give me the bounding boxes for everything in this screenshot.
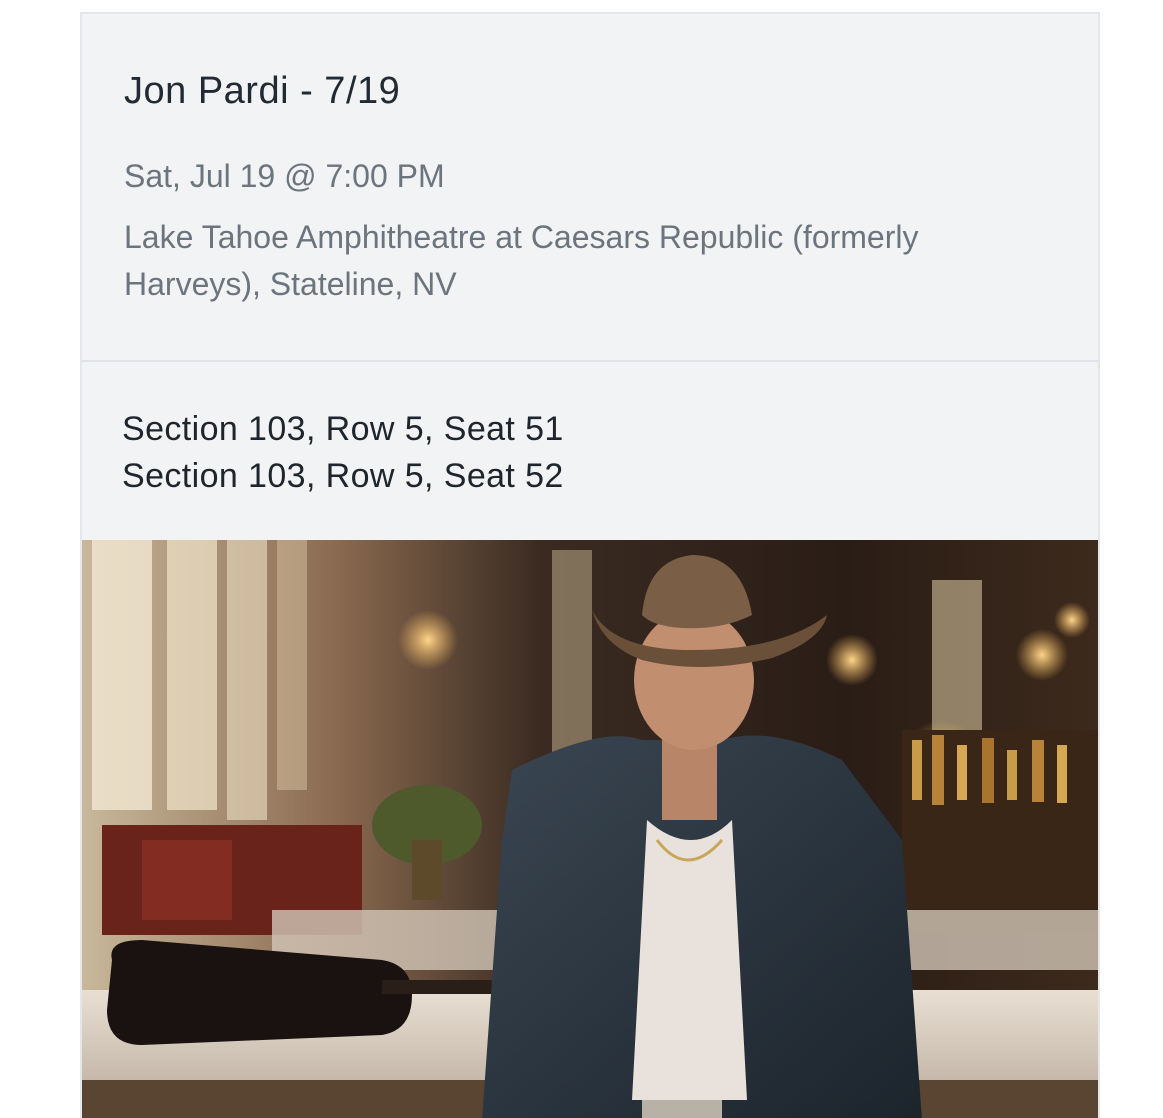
event-title: Jon Pardi - 7/19 xyxy=(124,70,401,112)
event-venue: Lake Tahoe Amphitheatre at Caesars Repub… xyxy=(124,219,919,302)
seat-line: Section 103, Row 5, Seat 52 xyxy=(122,457,564,495)
seat-list: Section 103, Row 5, Seat 51 Section 103,… xyxy=(82,362,1098,538)
event-datetime: Sat, Jul 19 @ 7:00 PM xyxy=(124,158,445,194)
event-header: Jon Pardi - 7/19 Sat, Jul 19 @ 7:00 PM L… xyxy=(82,14,1098,362)
artist-photo-illustration xyxy=(82,540,1098,1118)
artist-photo xyxy=(82,540,1098,1118)
seat-line: Section 103, Row 5, Seat 51 xyxy=(122,410,564,448)
event-ticket-card: Jon Pardi - 7/19 Sat, Jul 19 @ 7:00 PM L… xyxy=(80,12,1100,1118)
